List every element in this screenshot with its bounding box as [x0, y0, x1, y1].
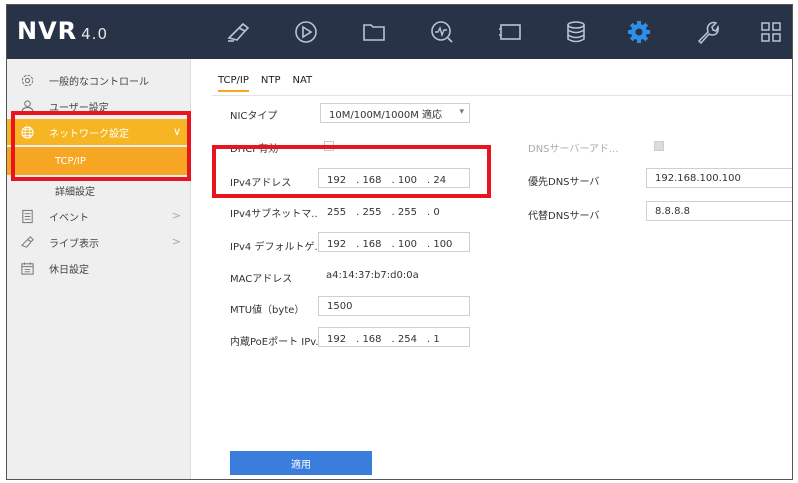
analytics-icon[interactable]	[428, 18, 456, 46]
mtu-input[interactable]: 1500	[318, 296, 470, 316]
chevron-right-icon: >	[171, 235, 181, 248]
dhcp-label: DHCP有効	[230, 144, 279, 155]
sidebar-item-holiday[interactable]: 休日設定	[7, 255, 191, 281]
network-settings-panel: TCP/IP NTP NAT NICタイプ 10M/100M/1000M 適応 …	[192, 59, 792, 479]
tab-tcpip[interactable]: TCP/IP	[218, 75, 249, 92]
dhcp-checkbox[interactable]	[324, 141, 334, 151]
sidebar-item-network[interactable]: ネットワーク設定 ∨	[7, 119, 191, 145]
event-list-icon	[19, 208, 35, 224]
settings-gear-icon[interactable]	[625, 18, 653, 46]
tab-nat[interactable]: NAT	[293, 75, 313, 92]
primary-dns-input[interactable]: 192.168.100.100	[646, 168, 792, 188]
poe-ipv4-input[interactable]: 192 . 168 . 254 . 1	[318, 327, 470, 347]
default-gateway-input[interactable]: 192 . 168 . 100 . 100	[318, 232, 470, 252]
nic-type-label: NICタイプ	[230, 111, 278, 122]
sidebar-item-event[interactable]: イベント >	[7, 203, 191, 229]
secondary-dns-label: 代替DNSサーバ	[528, 211, 600, 222]
mac-address-label: MACアドレス	[230, 274, 293, 285]
sidebar-item-tcpip[interactable]: TCP/IP	[7, 147, 191, 175]
tab-bar: TCP/IP NTP NAT	[218, 75, 324, 92]
camera-icon	[19, 234, 35, 250]
sidebar-item-user[interactable]: ユーザー設定	[7, 93, 191, 119]
camera-icon[interactable]	[224, 18, 252, 46]
calendar-icon	[19, 260, 35, 276]
mtu-label: MTU値（byte）	[230, 305, 305, 316]
chevron-right-icon: >	[171, 209, 181, 222]
tab-ntp[interactable]: NTP	[261, 75, 281, 92]
playback-icon[interactable]	[292, 18, 320, 46]
user-icon	[19, 98, 35, 114]
dns-auto-checkbox[interactable]	[654, 141, 664, 151]
gear-icon	[19, 72, 35, 88]
ipv4-address-label: IPv4アドレス	[230, 178, 292, 189]
poe-ipv4-label: 内蔵PoEポート IPv...	[230, 337, 325, 348]
chevron-down-icon: ▾	[459, 107, 464, 117]
sidebar-item-advanced[interactable]: 詳細設定	[7, 177, 191, 203]
default-gateway-label: IPv4 デフォルトゲ...	[230, 242, 324, 253]
maintenance-wrench-icon[interactable]	[693, 18, 721, 46]
storage-icon[interactable]	[562, 18, 590, 46]
primary-dns-label: 優先DNSサーバ	[528, 177, 600, 188]
grid-icon[interactable]	[757, 18, 785, 46]
chevron-down-icon: ∨	[172, 125, 181, 138]
nic-type-select[interactable]: 10M/100M/1000M 適応 ▾	[320, 103, 470, 123]
ipv4-address-input[interactable]: 192 . 168 . 100 . 24	[318, 168, 470, 188]
settings-sidebar: 一般的なコントロール ユーザー設定 ネットワーク設定 ∨ TCP/IP 詳細設定…	[7, 59, 191, 479]
subnet-mask-label: IPv4サブネットマ...	[230, 209, 321, 220]
nvr-window: NVR 4.0 一般的なコントロール ユーザー設定 ネットワーク設定 ∨ TCP…	[6, 4, 793, 480]
top-navigation-bar: NVR 4.0	[7, 5, 792, 59]
mac-address-value: a4:14:37:b7:d0:0a	[326, 270, 419, 281]
secondary-dns-input[interactable]: 8.8.8.8	[646, 201, 792, 221]
tab-divider	[212, 95, 792, 96]
sidebar-item-general[interactable]: 一般的なコントロール	[7, 67, 191, 93]
subnet-mask-input[interactable]: 255 . 255 . 255 . 0	[318, 200, 470, 220]
screen-icon[interactable]	[496, 18, 524, 46]
app-logo: NVR 4.0	[17, 17, 108, 45]
apply-button[interactable]: 適用	[230, 451, 372, 475]
dns-auto-label: DNSサーバーアド...	[528, 144, 619, 155]
globe-icon	[19, 124, 35, 140]
folder-icon[interactable]	[360, 18, 388, 46]
sidebar-item-live-view[interactable]: ライブ表示 >	[7, 229, 191, 255]
